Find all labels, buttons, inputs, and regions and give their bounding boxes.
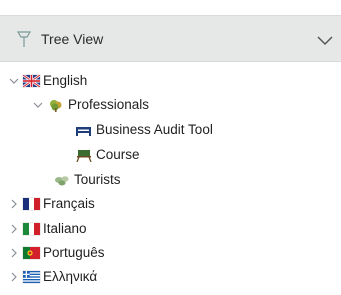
panel-title: Tree View (41, 31, 104, 47)
tree-node-label: Português (43, 245, 105, 260)
chevron-right-icon[interactable] (8, 247, 20, 259)
tree-node-francais[interactable]: Français (8, 192, 95, 216)
tree-node-ellinika[interactable]: Ελληνικά (8, 265, 97, 289)
tree-icon (47, 99, 65, 112)
tree-node-label: Tourists (74, 172, 121, 187)
tree-view-header[interactable]: Tree View (0, 15, 341, 62)
tree-node-professionals[interactable]: Professionals (32, 93, 149, 117)
chevron-right-icon[interactable] (8, 198, 20, 210)
chevron-right-icon[interactable] (8, 271, 20, 283)
tree-node-portugues[interactable]: Português (8, 241, 105, 265)
tree-node-english[interactable]: English (8, 69, 87, 93)
chevron-right-icon[interactable] (8, 223, 20, 235)
bed-icon (75, 124, 93, 137)
chevron-down-icon[interactable] (32, 99, 44, 111)
board-icon (75, 149, 93, 162)
tree-node-label: Professionals (68, 97, 150, 112)
tree-node-course[interactable]: Course (72, 143, 140, 167)
pushpin-icon[interactable] (14, 28, 34, 50)
chevron-down-icon[interactable] (8, 75, 20, 87)
flag-uk-icon (23, 75, 40, 87)
flag-italy-icon (23, 223, 40, 235)
tree-node-label: Business Audit Tool (96, 122, 213, 137)
tree-node-label: Français (43, 196, 95, 211)
tree-node-label: Course (96, 147, 140, 162)
chevron-down-icon[interactable] (315, 31, 335, 49)
tree-node-label: English (43, 73, 88, 88)
tree-node-italiano[interactable]: Italiano (8, 217, 87, 241)
flag-portugal-icon (23, 247, 40, 259)
tree-node-business-audit-tool[interactable]: Business Audit Tool (72, 118, 213, 142)
flag-greece-icon (23, 271, 40, 283)
tree-node-label: Italiano (43, 221, 87, 236)
tree-node-label: Ελληνικά (43, 269, 98, 284)
tree-view-panel: Tree View English Professionals Business… (0, 0, 341, 295)
plant-icon (53, 174, 71, 187)
flag-france-icon (23, 198, 40, 210)
tree-node-tourists[interactable]: Tourists (50, 168, 121, 192)
